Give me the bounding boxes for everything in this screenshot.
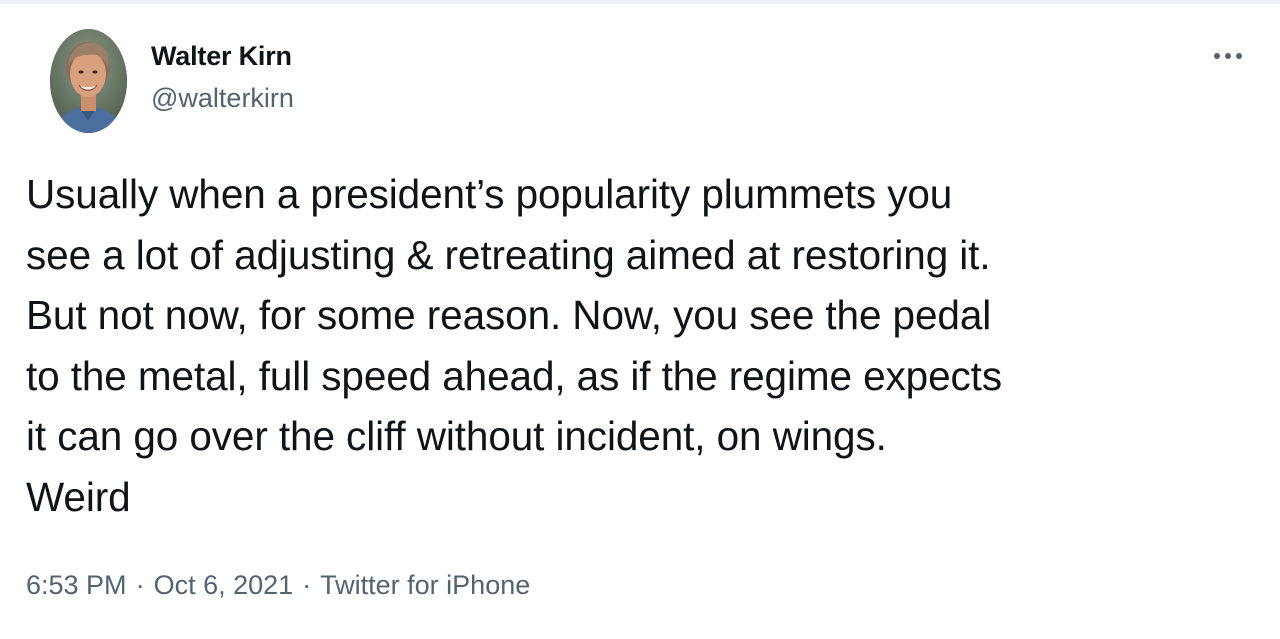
avatar[interactable] <box>50 29 127 133</box>
author-block: Walter Kirn @walterkirn <box>151 40 294 114</box>
more-horizontal-icon <box>1214 53 1242 59</box>
author-display-name[interactable]: Walter Kirn <box>151 40 294 72</box>
author-handle[interactable]: @walterkirn <box>151 82 294 114</box>
separator-dot: · <box>135 570 145 600</box>
tweet-date-link[interactable]: Oct 6, 2021 <box>154 567 294 603</box>
avatar-photo <box>50 29 127 133</box>
tweet-source-link[interactable]: Twitter for iPhone <box>320 567 530 603</box>
tweet-time-link[interactable]: 6:53 PM <box>26 567 127 603</box>
separator-dot: · <box>302 570 312 600</box>
tweet-text: Usually when a president’s popularity pl… <box>26 171 1002 520</box>
more-options-button[interactable] <box>1206 41 1250 71</box>
tweet-card: Walter Kirn @walterkirn Usually when a p… <box>0 0 1280 639</box>
tweet-metadata: 6:53 PM · Oct 6, 2021 · Twitter for iPho… <box>26 567 530 603</box>
